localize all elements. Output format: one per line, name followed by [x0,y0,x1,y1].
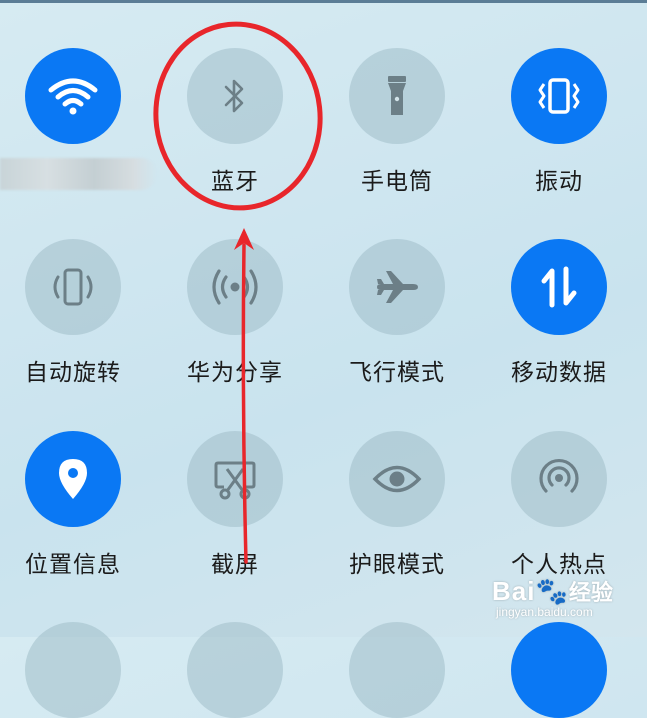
baidu-watermark: Bai🐾经验 jingyan.baidu.com [492,576,613,619]
tile-wifi[interactable] [3,48,143,218]
tile-location[interactable]: 位置信息 [3,431,143,601]
wifi-toggle[interactable] [25,48,121,144]
tile-flashlight[interactable]: 手电筒 [327,48,467,218]
tile-label-huawei-share: 华为分享 [187,360,283,386]
location-toggle[interactable] [25,431,121,527]
auto-rotate-icon [53,268,93,306]
tile-label-location: 位置信息 [25,552,121,578]
vibrate-icon [538,78,580,114]
blurred-wifi-label [0,158,157,190]
tile-label-auto-rotate: 自动旋转 [25,360,121,386]
eye-comfort-toggle[interactable] [349,431,445,527]
airplane-toggle[interactable] [349,239,445,335]
location-icon [59,459,87,499]
tile-mobile-data[interactable]: 移动数据 [489,239,629,409]
tile-label-bluetooth: 蓝牙 [211,169,259,195]
flashlight-toggle[interactable] [349,48,445,144]
row4-tile-3[interactable] [349,622,445,718]
tile-label-flashlight: 手电筒 [361,169,433,195]
hotspot-icon [539,458,579,493]
tile-screenshot[interactable]: 截屏 [165,431,305,601]
flashlight-icon [388,76,406,115]
row4-tile-2[interactable] [187,622,283,718]
tile-label-airplane: 飞行模式 [349,360,445,386]
screenshot-toggle[interactable] [187,431,283,527]
tile-label-vibrate: 振动 [535,169,583,195]
tile-vibrate[interactable]: 振动 [489,48,629,218]
row4-tile-4[interactable] [511,622,607,718]
paw-icon: 🐾 [535,576,569,606]
tile-bluetooth[interactable]: 蓝牙 [165,48,305,218]
tile-huawei-share[interactable]: 华为分享 [165,239,305,409]
auto-rotate-toggle[interactable] [25,239,121,335]
screenshot-icon [214,461,256,500]
wifi-icon [48,78,98,115]
tile-airplane[interactable]: 飞行模式 [327,239,467,409]
share-icon [212,269,258,305]
tile-label-screenshot: 截屏 [211,552,259,578]
tile-label-eye-comfort: 护眼模式 [349,552,445,578]
tile-eye-comfort[interactable]: 护眼模式 [327,431,467,601]
mobile-data-icon [541,266,577,308]
hotspot-toggle[interactable] [511,431,607,527]
eye-icon [372,465,422,493]
bluetooth-icon [224,79,244,113]
vibrate-toggle[interactable] [511,48,607,144]
top-edge [0,0,647,3]
tile-label-mobile-data: 移动数据 [511,360,607,386]
bluetooth-toggle[interactable] [187,48,283,144]
airplane-icon [377,271,418,303]
tile-label-hotspot: 个人热点 [511,552,607,578]
mobile-data-toggle[interactable] [511,239,607,335]
row4-tile-1[interactable] [25,622,121,718]
huawei-share-toggle[interactable] [187,239,283,335]
tile-auto-rotate[interactable]: 自动旋转 [3,239,143,409]
